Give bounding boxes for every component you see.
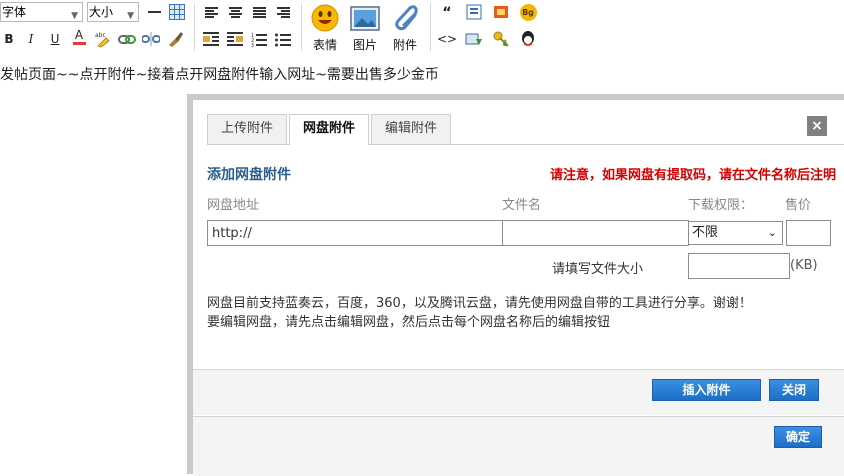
permission-value: 不限 bbox=[692, 225, 719, 240]
tab-netdisk-attachment[interactable]: 网盘附件 bbox=[289, 114, 370, 145]
netdisk-attachment-dialog: 上传附件 网盘附件 编辑附件 × 添加网盘附件 请注意，如果网盘有提取码，请在文… bbox=[187, 94, 844, 476]
paperclip-icon bbox=[395, 5, 418, 31]
font-size-select[interactable]: 大小 ▼ bbox=[87, 2, 139, 22]
action-bar: 插入附件 关闭 bbox=[193, 369, 844, 415]
confirm-button[interactable]: 确定 bbox=[774, 426, 822, 448]
divider bbox=[193, 369, 844, 370]
dialog-body: 上传附件 网盘附件 编辑附件 × 添加网盘附件 请注意，如果网盘有提取码，请在文… bbox=[193, 100, 844, 476]
underline-button[interactable]: U bbox=[46, 30, 64, 48]
horizontal-rule-icon[interactable] bbox=[145, 3, 163, 21]
post-instruction-text: 发帖页面~~点开附件~接着点开网盘附件输入网址~需要出售多少金币 bbox=[0, 67, 439, 83]
picture-icon bbox=[350, 6, 380, 31]
align-center-icon[interactable] bbox=[226, 3, 244, 21]
tab-edit-attachment[interactable]: 编辑附件 bbox=[371, 114, 452, 144]
image-button[interactable]: 图片 bbox=[345, 2, 385, 54]
filename-column-label: 文件名 bbox=[502, 198, 542, 213]
tab-upload-attachment[interactable]: 上传附件 bbox=[207, 114, 288, 144]
help-text: 网盘目前支持蓝奏云，百度，360，以及腾讯云盘，请先使用网盘自带的工具进行分享。… bbox=[207, 294, 752, 332]
media-icon[interactable] bbox=[492, 3, 510, 21]
file-size-unit: (KB) bbox=[790, 258, 818, 273]
dialog-tabs: 上传附件 网盘附件 编辑附件 bbox=[207, 114, 453, 145]
emoji-label: 表情 bbox=[312, 38, 337, 52]
font-color-button[interactable]: A bbox=[70, 28, 88, 46]
toolbar-divider bbox=[194, 3, 195, 51]
permission-column-label: 下载权限： bbox=[688, 198, 754, 213]
image-label: 图片 bbox=[352, 38, 377, 52]
toolbar-divider bbox=[301, 3, 302, 51]
download-permission-select[interactable]: 不限 ⌄ bbox=[688, 221, 783, 245]
table-icon[interactable] bbox=[168, 3, 186, 21]
help-line-supported: 网盘目前支持蓝奏云，百度，360，以及腾讯云盘，请先使用网盘自带的工具进行分享。… bbox=[207, 296, 752, 311]
svg-text:abc: abc bbox=[95, 32, 106, 39]
clear-format-icon[interactable] bbox=[166, 30, 184, 48]
chevron-down-icon: ▼ bbox=[127, 11, 134, 21]
font-color-letter: A bbox=[74, 28, 84, 42]
float-left-icon[interactable] bbox=[202, 30, 220, 48]
code-button[interactable]: <> bbox=[437, 30, 457, 48]
quote-button[interactable]: “ bbox=[438, 4, 456, 22]
attachment-label: 附件 bbox=[392, 38, 417, 52]
unlink-icon[interactable] bbox=[142, 30, 160, 48]
help-line-edit: 要编辑网盘，请先点击编辑网盘，然后点击每个网盘名称后的编辑按钮 bbox=[207, 315, 611, 330]
close-icon[interactable]: × bbox=[807, 116, 827, 136]
float-right-icon[interactable] bbox=[226, 30, 244, 48]
qq-icon[interactable] bbox=[519, 30, 537, 48]
free-text-icon[interactable] bbox=[465, 3, 483, 21]
price-column-label: 售价 bbox=[785, 198, 812, 213]
font-size-value: 大小 bbox=[89, 5, 114, 19]
italic-button[interactable]: I bbox=[22, 30, 40, 48]
chevron-down-icon: ⌄ bbox=[767, 226, 777, 239]
filename-input[interactable] bbox=[502, 220, 689, 246]
download-icon[interactable] bbox=[465, 30, 483, 48]
svg-text:3: 3 bbox=[251, 43, 254, 47]
smiley-icon bbox=[311, 4, 339, 32]
confirm-bar: 确定 bbox=[193, 416, 844, 476]
bold-button[interactable]: B bbox=[0, 30, 18, 48]
section-title: 添加网盘附件 bbox=[207, 167, 291, 183]
link-icon[interactable] bbox=[118, 30, 136, 48]
bg-badge-text: Bg bbox=[519, 3, 537, 21]
close-button[interactable]: 关闭 bbox=[769, 379, 819, 401]
font-family-select[interactable]: 字体 ▼ bbox=[0, 2, 83, 22]
background-badge-icon[interactable]: Bg bbox=[519, 3, 537, 21]
editor-toolbar: 字体 ▼ 大小 ▼ B I U A abc 1 2 3 表情 图片 附件 “ B… bbox=[0, 0, 844, 56]
toolbar-divider bbox=[430, 3, 431, 51]
align-left-icon[interactable] bbox=[202, 3, 220, 21]
price-input[interactable] bbox=[786, 220, 831, 246]
ordered-list-icon[interactable]: 123 bbox=[250, 30, 268, 48]
url-column-label: 网盘地址 bbox=[207, 198, 260, 213]
emoji-button[interactable]: 表情 bbox=[305, 2, 345, 54]
highlight-icon[interactable]: abc bbox=[94, 30, 112, 48]
insert-attachment-button[interactable]: 插入附件 bbox=[652, 379, 761, 401]
attachment-button[interactable]: 附件 bbox=[385, 2, 425, 54]
divider bbox=[193, 416, 844, 417]
unordered-list-icon[interactable] bbox=[274, 30, 292, 48]
netdisk-url-input[interactable] bbox=[207, 220, 503, 246]
file-size-input[interactable] bbox=[688, 253, 790, 279]
font-color-bar bbox=[72, 42, 86, 45]
chevron-down-icon: ▼ bbox=[71, 11, 78, 21]
key-icon[interactable] bbox=[492, 30, 510, 48]
extraction-code-notice: 请注意，如果网盘有提取码，请在文件名称后注明 bbox=[549, 168, 836, 183]
file-size-label: 请填写文件大小 bbox=[552, 262, 644, 277]
align-right-icon[interactable] bbox=[274, 3, 292, 21]
align-justify-icon[interactable] bbox=[250, 3, 268, 21]
font-family-value: 字体 bbox=[2, 5, 27, 19]
